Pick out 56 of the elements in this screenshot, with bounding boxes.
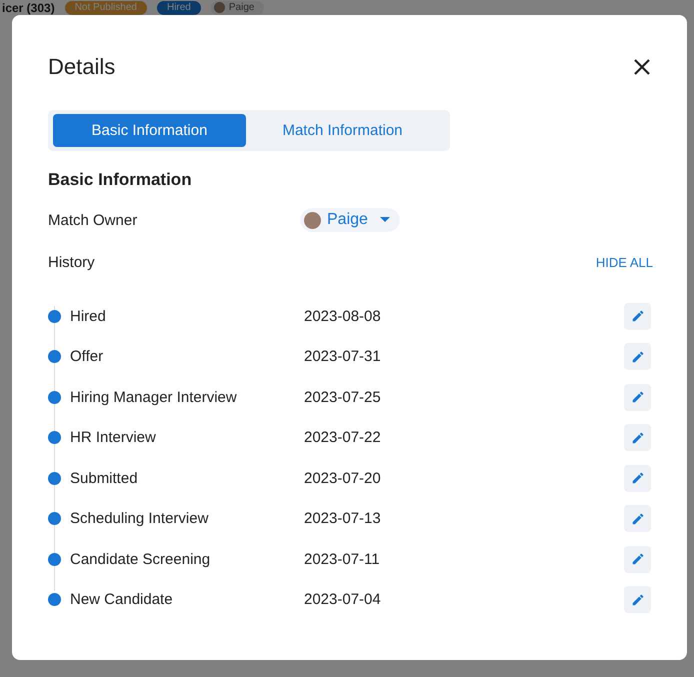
tab[interactable]: Match Information [246, 114, 439, 147]
stage-name: Submitted [70, 470, 139, 487]
edit-button[interactable] [624, 384, 651, 411]
timeline-dot [48, 310, 61, 323]
pencil-icon [630, 430, 644, 445]
stage-date: 2023-07-13 [304, 510, 382, 528]
status-badge: Hired [156, 0, 201, 14]
owner-dropdown[interactable]: Paige [300, 208, 400, 232]
timeline-dot [48, 552, 61, 566]
pencil-icon [630, 350, 644, 364]
close-icon [633, 58, 651, 76]
pencil-icon [630, 552, 644, 566]
page-title: icer (303) [2, 0, 55, 14]
stage-date: 2023-07-11 [304, 550, 381, 568]
dialog-title: Details [48, 54, 116, 80]
stage-name: Offer [70, 348, 104, 366]
stage-date: 2023-07-25 [304, 388, 382, 406]
timeline-dot [48, 390, 61, 404]
section-title: Basic Information [48, 170, 193, 190]
stage-name: Hiring Manager Interview [70, 388, 238, 406]
field-label: History [48, 254, 96, 270]
status-badge: Not Published [64, 0, 147, 14]
caret-icon [380, 217, 390, 223]
edit-button[interactable] [624, 302, 651, 330]
timeline-dot [48, 512, 61, 526]
pencil-icon [630, 390, 644, 404]
stage-name: Scheduling Interview [70, 510, 210, 528]
timeline-dot [48, 431, 61, 444]
hide-all-link[interactable]: HIDE ALL [596, 254, 653, 270]
timeline-dot [48, 593, 61, 606]
stage-date: 2023-07-22 [304, 429, 382, 446]
timeline-dot [48, 472, 61, 485]
field-label: Match Owner [48, 212, 138, 228]
stage-name: New Candidate [70, 591, 174, 608]
pencil-icon [630, 512, 644, 526]
avatar-icon [214, 2, 225, 13]
owner-chip[interactable]: Paige [210, 0, 264, 14]
timeline-dot [48, 350, 61, 364]
pencil-icon [630, 471, 644, 486]
pencil-icon [630, 592, 644, 607]
stage-date: 2023-08-08 [304, 308, 382, 325]
stage-date: 2023-07-20 [304, 470, 382, 487]
edit-button[interactable] [624, 546, 651, 573]
pencil-icon [630, 309, 644, 324]
edit-button[interactable] [624, 586, 651, 614]
stage-name: Hired [70, 308, 107, 325]
edit-button[interactable] [624, 505, 651, 532]
avatar-icon [304, 212, 321, 228]
stage-date: 2023-07-31 [304, 348, 382, 366]
stage-name: Candidate Screening [70, 550, 212, 568]
tab[interactable]: Basic Information [53, 114, 246, 147]
stage-name: HR Interview [70, 429, 157, 446]
edit-button[interactable] [624, 424, 651, 452]
stage-date: 2023-07-04 [304, 591, 382, 608]
edit-button[interactable] [624, 343, 651, 370]
edit-button[interactable] [624, 464, 651, 492]
